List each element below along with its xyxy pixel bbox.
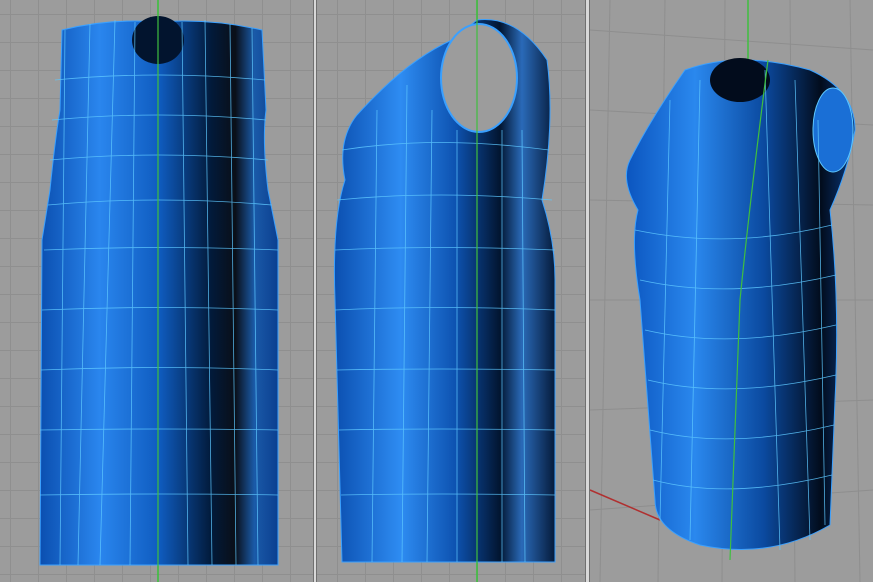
viewport-right[interactable] xyxy=(317,0,585,582)
dress-front-model xyxy=(39,0,279,582)
viewport-perspective[interactable] xyxy=(590,0,873,582)
viewport-front[interactable] xyxy=(0,0,313,582)
x-axis-line xyxy=(590,489,661,521)
dress-side-model xyxy=(333,0,556,582)
dress-perspective-model xyxy=(590,0,873,582)
